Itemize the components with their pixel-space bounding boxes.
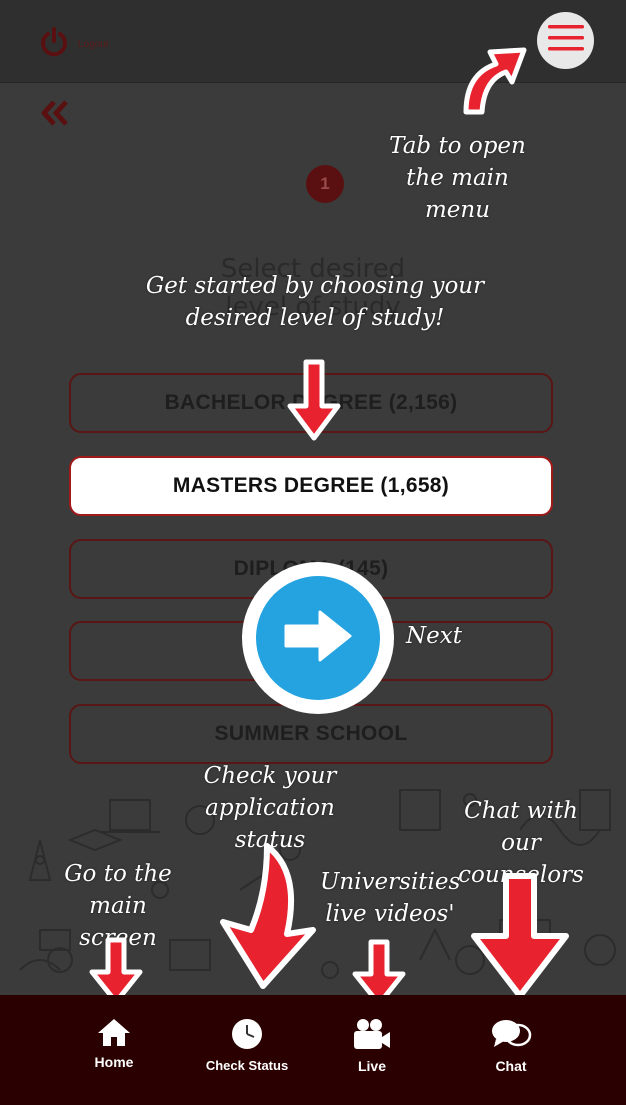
hint-main-menu-line2: the main menu [406, 165, 509, 223]
nav-home-label: Home [94, 1054, 134, 1070]
hint-main-menu-line1: Tab to open [389, 133, 526, 159]
nav-chat-label: Chat [495, 1058, 527, 1074]
next-button-circle [256, 576, 380, 700]
hint-arrow-status-icon [220, 843, 316, 989]
video-camera-icon [352, 1017, 392, 1054]
nav-live[interactable]: Live [312, 1017, 432, 1074]
top-bar: Logout [0, 0, 626, 83]
step-indicator: 1 [306, 165, 344, 203]
hint-chat-line1: Chat with [464, 798, 578, 824]
nav-live-label: Live [357, 1058, 386, 1074]
hint-arrow-chat-icon [471, 873, 569, 999]
option-masters-degree[interactable]: MASTERS DEGREE (1,658) [69, 456, 553, 516]
power-icon [38, 26, 70, 63]
arrow-right-icon [282, 608, 354, 669]
double-chevron-left-icon [40, 100, 70, 130]
main-menu-button[interactable] [537, 12, 594, 69]
nav-check-status[interactable]: Check Status [187, 1017, 307, 1073]
hint-live-line2: live videos' [325, 901, 455, 927]
chat-bubbles-icon [490, 1017, 532, 1054]
hint-home-line1: Go to the [64, 861, 172, 887]
hint-level-line1: Get started by choosing your [145, 273, 485, 299]
hamburger-icon [547, 24, 584, 57]
hint-level-line2: desired level of study! [185, 305, 445, 331]
hint-status-line1: Check your [203, 763, 337, 789]
hint-arrow-level-icon [287, 359, 341, 441]
nav-chat[interactable]: Chat [451, 1017, 571, 1074]
hint-live: Universities live videos' [320, 866, 460, 930]
nav-home[interactable]: Home [54, 1017, 174, 1070]
hint-level-of-study: Get started by choosing your desired lev… [140, 270, 490, 334]
logout-button[interactable]: Logout [38, 26, 109, 63]
bottom-navigation: Home Check Status Live Chat [0, 995, 626, 1105]
home-icon [96, 1017, 132, 1050]
hint-arrow-menu-icon [463, 47, 527, 115]
back-button[interactable] [40, 100, 70, 131]
nav-check-status-label: Check Status [205, 1058, 289, 1073]
hint-main-menu: Tab to open the main menu [370, 130, 545, 226]
next-button[interactable] [242, 562, 394, 714]
clock-icon [230, 1017, 264, 1054]
hint-live-line1: Universities [320, 869, 461, 895]
logout-label: Logout [78, 39, 109, 50]
hint-next: Next [406, 623, 462, 649]
